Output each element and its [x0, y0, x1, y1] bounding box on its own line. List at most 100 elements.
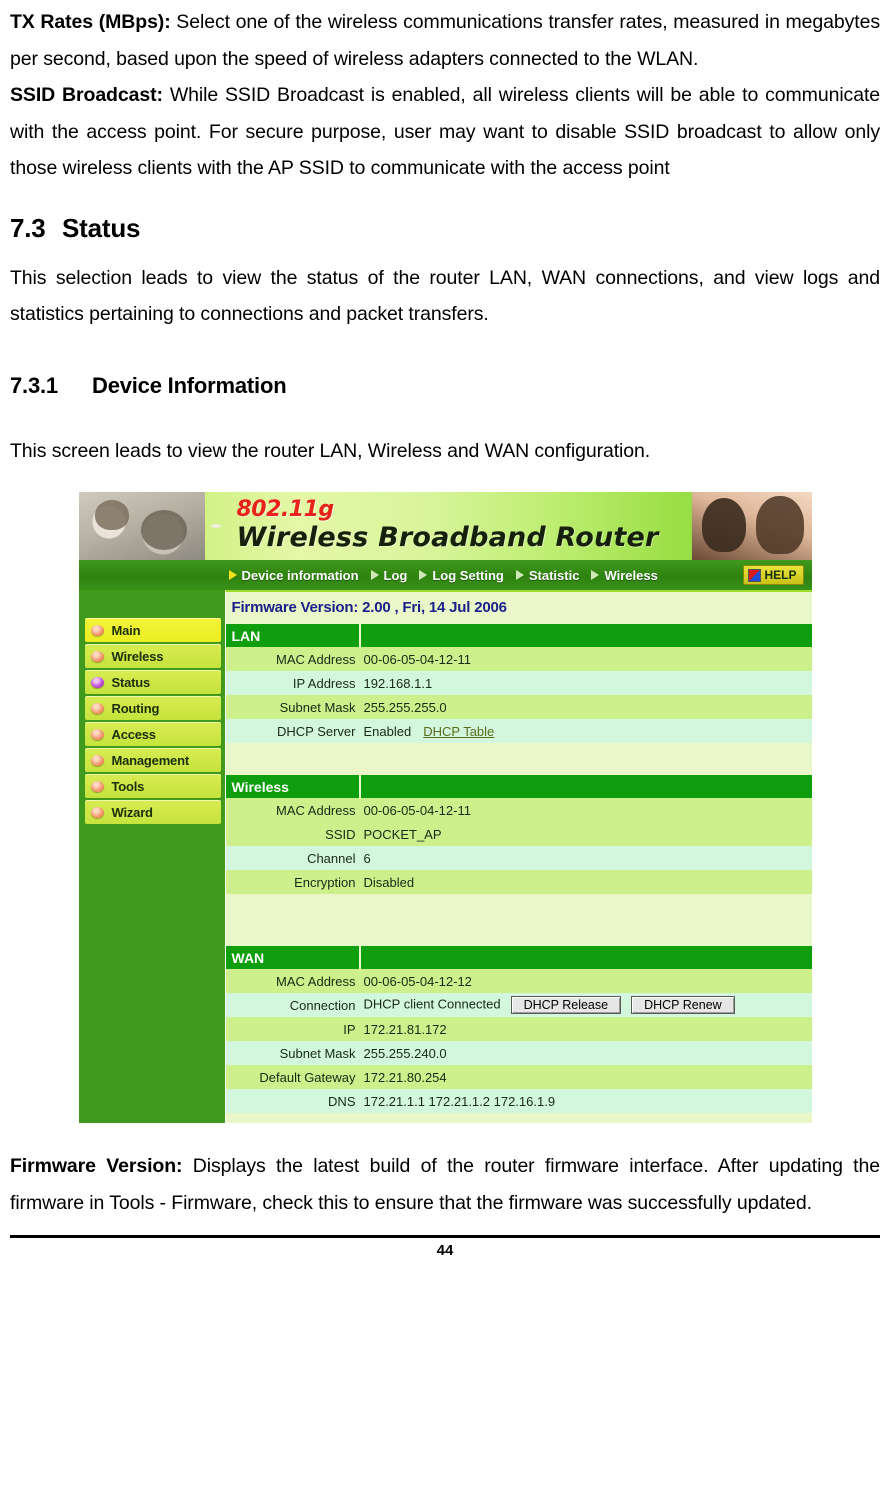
banner-photo-right-icon: [691, 492, 812, 560]
help-button[interactable]: HELP: [743, 565, 804, 585]
row-label: Default Gateway: [225, 1065, 360, 1089]
router-ui-screenshot: 802.11g Wireless Broadband Router Device…: [77, 491, 813, 1124]
table-row: SSID POCKET_AP: [225, 822, 812, 846]
paragraph-firmware-version: Firmware Version: Displays the latest bu…: [10, 1148, 880, 1221]
section-header-wan-label: WAN: [225, 946, 361, 969]
table-row: DHCP Server Enabled DHCP Table: [225, 719, 812, 743]
sidebar-item-wizard[interactable]: Wizard: [84, 800, 221, 824]
row-label: DHCP Server: [225, 719, 360, 743]
row-value: 192.168.1.1: [359, 671, 812, 695]
row-label: MAC Address: [225, 647, 360, 671]
sidebar-item-tools[interactable]: Tools: [84, 774, 221, 798]
row-value: 255.255.240.0: [359, 1041, 812, 1065]
dhcp-table-link[interactable]: DHCP Table: [423, 724, 494, 739]
nav-item-label: Log Setting: [432, 567, 504, 583]
bullet-icon: [90, 754, 104, 766]
row-value-cell: DHCP client Connected DHCP Release DHCP Re…: [359, 993, 812, 1017]
bullet-icon: [90, 780, 104, 792]
section-header-wireless-label: Wireless: [225, 775, 361, 798]
section-spacer: [225, 894, 812, 946]
section-header-lan-label: LAN: [225, 624, 361, 647]
bullet-icon: [90, 806, 104, 818]
row-value: 172.21.81.172: [359, 1017, 812, 1041]
subsection-title: Device Information: [92, 372, 287, 398]
row-label: MAC Address: [225, 969, 360, 993]
nav-item-log[interactable]: Log: [370, 568, 407, 583]
table-row: MAC Address 00-06-05-04-12-11: [225, 647, 812, 671]
row-label: DNS: [225, 1089, 360, 1113]
row-value: 00-06-05-04-12-11: [359, 798, 812, 822]
paragraph-tx-rates: TX Rates (MBps): Select one of the wirel…: [10, 0, 880, 77]
ui-content: Firmware Version: 2.00 , Fri, 14 Jul 200…: [224, 590, 812, 1123]
arrow-right-icon: [591, 570, 600, 580]
sidebar-item-wireless[interactable]: Wireless: [84, 644, 221, 668]
section-heading: 7.3 Status: [10, 213, 880, 244]
ui-navbar: Device information Log Log Setting Stati…: [78, 560, 812, 590]
row-label: SSID: [225, 822, 360, 846]
row-label: Subnet Mask: [225, 1041, 360, 1065]
row-label: Connection: [225, 993, 360, 1017]
section-header-wan-filler: [359, 946, 812, 969]
dhcp-release-button[interactable]: DHCP Release: [510, 996, 622, 1014]
nav-item-statistic[interactable]: Statistic: [515, 568, 579, 583]
nav-item-label: Wireless: [604, 567, 658, 583]
table-row: Channel 6: [225, 846, 812, 870]
row-value-cell: Enabled DHCP Table: [359, 719, 812, 743]
sidebar-item-management[interactable]: Management: [84, 748, 221, 772]
device-information-table: LAN MAC Address 00-06-05-04-12-11 IP Add…: [225, 624, 812, 1113]
section-spacer: [225, 743, 812, 775]
section-title: Status: [62, 212, 141, 243]
table-row: IP 172.21.81.172: [225, 1017, 812, 1041]
row-label: Encryption: [225, 870, 360, 894]
nav-item-wireless[interactable]: Wireless: [591, 567, 658, 583]
row-label: Subnet Mask: [225, 695, 360, 719]
sidebar-item-access[interactable]: Access: [84, 722, 221, 746]
sidebar-item-label: Routing: [111, 700, 160, 716]
sidebar-item-main[interactable]: Main: [84, 618, 221, 642]
sidebar-item-label: Status: [111, 674, 151, 690]
paragraph-tx-rates-label: TX Rates (MBps):: [10, 11, 171, 33]
sidebar-item-routing[interactable]: Routing: [84, 696, 221, 720]
table-row: Subnet Mask 255.255.240.0: [225, 1041, 812, 1065]
row-label: IP: [225, 1017, 360, 1041]
row-value: 255.255.255.0: [359, 695, 812, 719]
subsection-heading: 7.3.1 Device Information: [10, 373, 880, 399]
dhcp-renew-button[interactable]: DHCP Renew: [631, 996, 735, 1014]
row-value: 00-06-05-04-12-11: [359, 647, 812, 671]
sidebar-item-label: Tools: [111, 778, 145, 794]
sidebar-item-label: Access: [111, 726, 157, 742]
table-row: MAC Address 00-06-05-04-12-12: [225, 969, 812, 993]
section-header-wan: WAN: [225, 946, 812, 969]
arrow-right-icon: [370, 570, 379, 580]
sidebar-item-label: Wireless: [111, 648, 164, 664]
table-row: Subnet Mask 255.255.255.0: [225, 695, 812, 719]
row-value: 172.21.80.254: [359, 1065, 812, 1089]
page-footer: Firmware Version: Displays the latest bu…: [10, 1142, 880, 1259]
section-header-lan: LAN: [225, 624, 812, 647]
arrow-right-icon: [515, 570, 524, 580]
nav-item-device-information[interactable]: Device information: [228, 568, 359, 583]
footer-divider: [10, 1235, 880, 1238]
banner-titles: 802.11g Wireless Broadband Router: [237, 498, 659, 554]
ui-banner: 802.11g Wireless Broadband Router: [78, 492, 812, 560]
bullet-icon-active: [90, 676, 104, 688]
manual-page: TX Rates (MBps): Select one of the wirel…: [0, 0, 890, 1486]
nav-item-log-setting[interactable]: Log Setting: [419, 568, 504, 583]
subsection-number: 7.3.1: [10, 372, 58, 398]
bullet-icon: [90, 702, 104, 714]
help-icon: [748, 568, 762, 582]
help-button-label: HELP: [764, 568, 797, 582]
table-row: Encryption Disabled: [225, 870, 812, 894]
row-value: 00-06-05-04-12-12: [359, 969, 812, 993]
banner-product: Wireless Broadband Router: [236, 522, 659, 553]
banner-photo-left-icon: [78, 492, 205, 560]
row-value: POCKET_AP: [359, 822, 812, 846]
row-label: Channel: [225, 846, 360, 870]
subsection-intro: This screen leads to view the router LAN…: [10, 439, 651, 462]
page-number: 44: [436, 1242, 454, 1259]
table-row: Connection DHCP client Connected DHCP Rel…: [225, 993, 812, 1017]
bullet-icon: [90, 650, 104, 662]
firmware-version-line: Firmware Version: 2.00 , Fri, 14 Jul 200…: [231, 599, 507, 616]
section-number: 7.3: [10, 212, 46, 243]
sidebar-item-status[interactable]: Status: [84, 670, 221, 694]
